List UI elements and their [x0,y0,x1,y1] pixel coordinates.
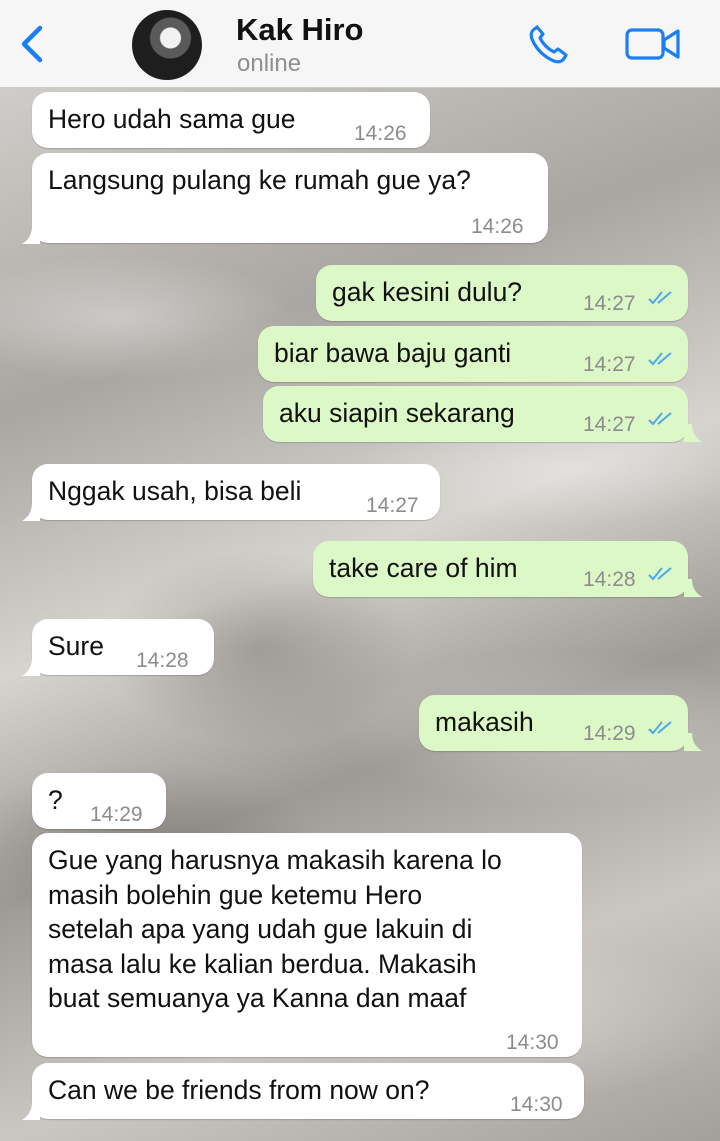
read-receipt-icon [648,721,672,735]
message-time: 14:28 [583,568,636,591]
message-outgoing[interactable]: makasih 14:29 [419,695,688,751]
message-text: aku siapin sekarang [279,398,515,428]
message-text: Sure [48,631,104,661]
message-incoming[interactable]: Hero udah sama gue 14:26 [32,92,430,148]
message-text: Gue yang harusnya makasih karena lo masi… [48,843,502,1016]
message-text: Hero udah sama gue [48,104,296,134]
bubble-tail [22,226,40,244]
message-text: take care of him [329,553,518,583]
message-time: 14:26 [471,215,524,238]
message-text: Nggak usah, bisa beli [48,476,302,506]
message-time: 14:26 [354,122,407,145]
message-time: 14:30 [506,1031,559,1054]
phone-icon[interactable] [526,22,576,66]
message-outgoing[interactable]: gak kesini dulu? 14:27 [316,265,688,321]
contact-status: online [237,50,302,77]
message-time: 14:27 [366,494,419,517]
message-time: 14:29 [90,803,143,826]
message-line: buat semuanya ya Kanna dan maaf [48,983,467,1013]
avatar[interactable] [132,10,202,80]
message-line: masih bolehin gue ketemu Hero [48,879,423,910]
bubble-tail [22,503,40,521]
bubble-tail [684,733,702,751]
message-line: Gue yang harusnya makasih karena lo [48,845,502,875]
message-outgoing[interactable]: biar bawa baju ganti 14:27 [258,326,688,382]
message-line: setelah apa yang udah gue lakuin di [48,914,473,944]
chevron-left-icon[interactable] [14,22,50,66]
message-outgoing[interactable]: take care of him 14:28 [313,541,688,597]
message-text: biar bawa baju ganti [274,338,512,368]
message-text: ? [48,785,63,815]
message-time: 14:29 [583,722,636,745]
message-text: makasih [435,707,534,737]
message-text: Can we be friends from now on? [48,1075,430,1105]
message-incoming[interactable]: Nggak usah, bisa beli 14:27 [32,464,440,520]
message-incoming[interactable]: Langsung pulang ke rumah gue ya? 14:26 [32,153,548,243]
message-text: gak kesini dulu? [332,277,523,307]
message-time: 14:30 [510,1093,563,1116]
message-incoming[interactable]: Can we be friends from now on? 14:30 [32,1063,584,1119]
bubble-tail [22,1102,40,1120]
message-text: Langsung pulang ke rumah gue ya? [48,165,471,195]
chat-header: Kak Hiro online [0,0,720,88]
bubble-tail [684,424,702,442]
contact-name[interactable]: Kak Hiro [236,12,363,48]
message-time: 14:28 [136,649,189,672]
message-time: 14:27 [583,353,636,376]
message-time: 14:27 [583,292,636,315]
message-incoming[interactable]: ? 14:29 [32,773,166,829]
message-line: masa lalu ke kalian berdua. Makasih [48,948,477,979]
read-receipt-icon [648,412,672,426]
message-incoming[interactable]: Gue yang harusnya makasih karena lo masi… [32,833,582,1057]
read-receipt-icon [648,291,672,305]
bubble-tail [684,579,702,597]
message-incoming[interactable]: Sure 14:28 [32,619,214,675]
message-time: 14:27 [583,413,636,436]
bubble-tail [22,658,40,676]
read-receipt-icon [648,567,672,581]
video-camera-icon[interactable] [624,24,682,64]
message-outgoing[interactable]: aku siapin sekarang 14:27 [263,386,688,442]
read-receipt-icon [648,352,672,366]
